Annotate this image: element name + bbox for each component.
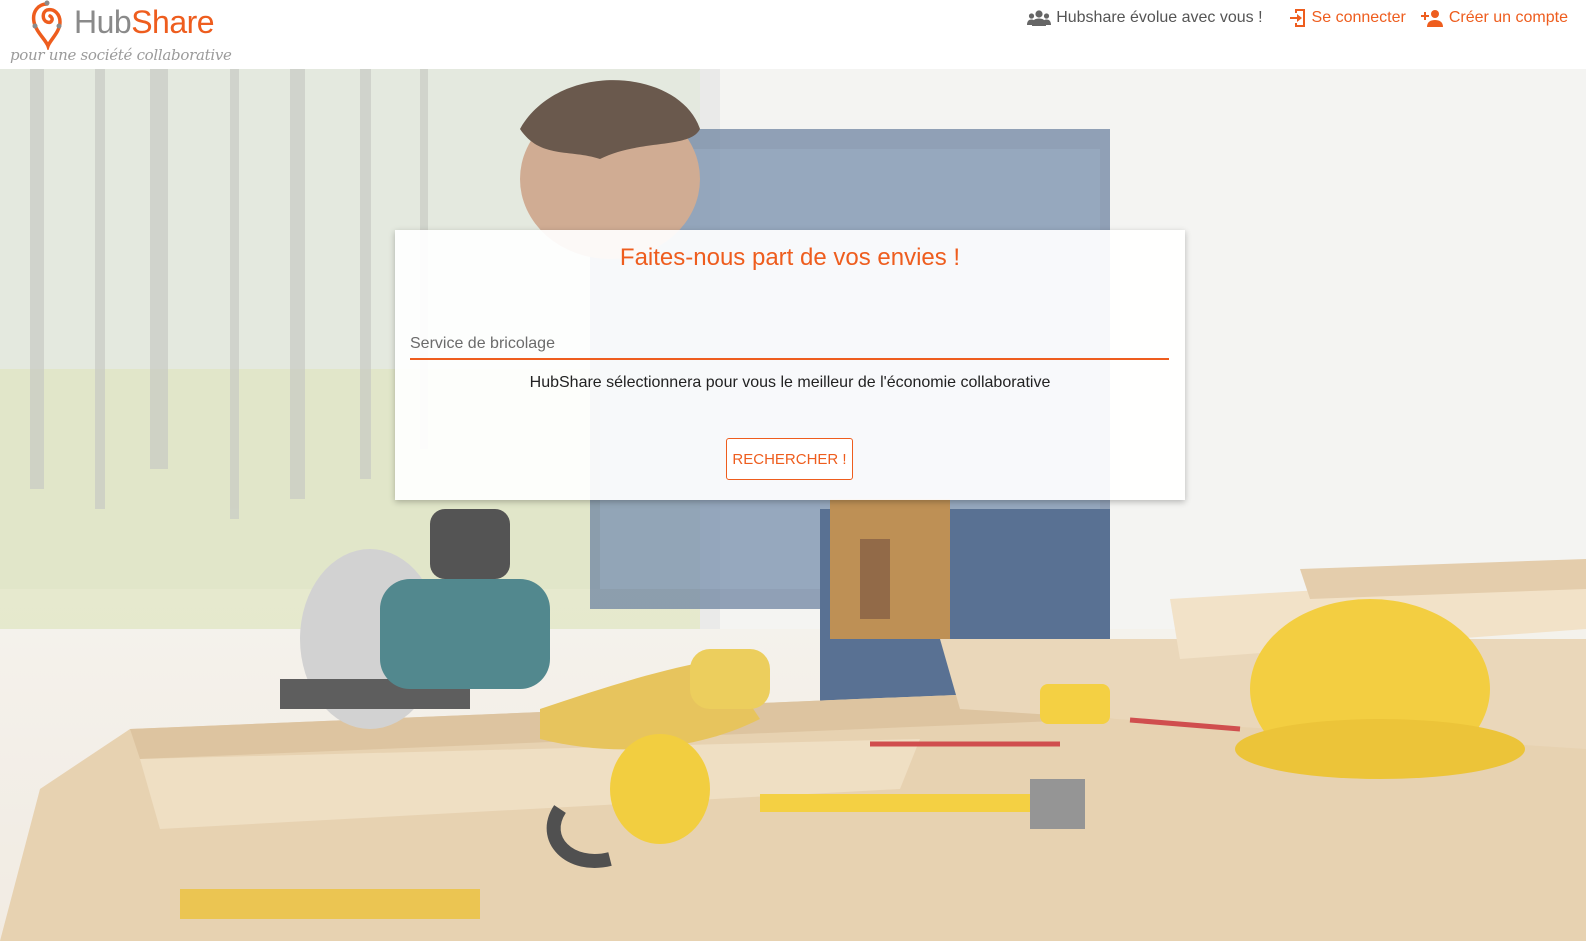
login-icon — [1289, 9, 1305, 27]
search-card: Faites-nous part de vos envies ! HubShar… — [395, 230, 1185, 500]
nav-login-link[interactable]: Se connecter — [1289, 8, 1406, 28]
search-input[interactable] — [410, 330, 1169, 360]
nav-evolve-label: Hubshare évolue avec vous ! — [1056, 9, 1263, 26]
logo[interactable]: HubShare pour une société collaborative — [8, 0, 232, 69]
add-user-icon — [1420, 10, 1443, 27]
nav-evolve-link[interactable]: Hubshare évolue avec vous ! — [1027, 9, 1263, 27]
search-button[interactable]: RECHERCHER ! — [726, 438, 853, 480]
header: HubShare pour une société collaborative … — [0, 0, 1586, 69]
carpenter-photo — [0, 69, 1586, 941]
nav-login-label: Se connecter — [1311, 9, 1406, 26]
logo-tagline: pour une société collaborative — [10, 46, 232, 64]
nav-signup-link[interactable]: Créer un compte — [1420, 9, 1568, 27]
search-title: Faites-nous part de vos envies ! — [619, 244, 961, 271]
logo-text-share: Share — [131, 4, 215, 40]
logo-wordmark: HubShare — [74, 4, 215, 41]
nav-signup-label: Créer un compte — [1448, 9, 1568, 26]
top-nav: Hubshare évolue avec vous ! Se connecter… — [1027, 8, 1568, 28]
hero-background — [0, 69, 1586, 941]
logo-mark-icon — [31, 0, 62, 50]
logo-text-hub: Hub — [74, 4, 132, 40]
search-subtitle: HubShare sélectionnera pour vous le meil… — [529, 374, 1051, 391]
group-icon — [1027, 10, 1052, 26]
